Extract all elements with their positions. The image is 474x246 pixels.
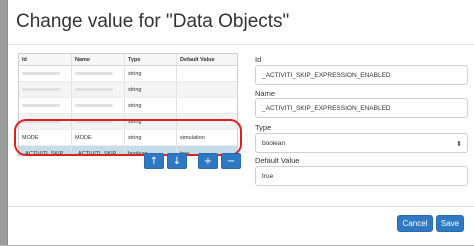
arrow-up-icon: ↑ bbox=[149, 155, 159, 167]
default-value-label: Default Value bbox=[255, 156, 300, 165]
cell-type: string bbox=[125, 114, 177, 129]
cell-default: simulation bbox=[180, 134, 205, 141]
default-value-input[interactable]: true bbox=[255, 166, 468, 186]
cell-id: _ACTIVITI_SKIP... bbox=[19, 146, 72, 155]
redacted-text bbox=[75, 88, 113, 91]
remove-row-button[interactable]: − bbox=[221, 153, 241, 169]
cell-default bbox=[177, 82, 237, 97]
type-label: Type bbox=[255, 123, 272, 132]
type-value: boolean bbox=[262, 139, 286, 147]
cell-type: string bbox=[125, 98, 177, 113]
cell-id-redacted bbox=[19, 82, 72, 97]
cell-name: MODE bbox=[72, 130, 125, 145]
column-header-id[interactable]: Id bbox=[19, 54, 72, 65]
id-label: Id bbox=[255, 55, 262, 64]
grid-header-row: Id Name Type Default Value bbox=[19, 54, 237, 66]
table-row[interactable]: MODE MODE string simulation bbox=[19, 130, 237, 146]
cell-id-redacted bbox=[19, 66, 72, 81]
move-down-button[interactable]: ↓ bbox=[167, 153, 187, 169]
redacted-text bbox=[75, 120, 113, 123]
id-input[interactable]: _ACTIVITI_SKIP_EXPRESSION_ENABLED bbox=[255, 65, 468, 85]
type-select[interactable]: boolean ⬍ bbox=[255, 133, 468, 153]
cell-default bbox=[177, 114, 237, 129]
cell-name-redacted bbox=[72, 98, 125, 113]
table-row[interactable]: string bbox=[19, 114, 237, 130]
default-value-text: true bbox=[262, 172, 274, 180]
cell-type: string bbox=[125, 66, 177, 81]
cell-name-redacted bbox=[72, 66, 125, 81]
move-up-button[interactable]: ↑ bbox=[144, 153, 164, 169]
save-button[interactable]: Save bbox=[436, 215, 464, 232]
name-input[interactable]: _ACTIVITI_SKIP_EXPRESSION_ENABLED bbox=[255, 98, 468, 118]
cell-id-redacted bbox=[19, 114, 72, 129]
plus-icon: + bbox=[203, 155, 213, 167]
column-header-name[interactable]: Name bbox=[72, 54, 125, 65]
add-row-button[interactable]: + bbox=[198, 153, 218, 169]
redacted-text bbox=[22, 120, 60, 123]
cell-type: string bbox=[125, 130, 177, 145]
redacted-text bbox=[75, 104, 113, 107]
table-row[interactable]: string bbox=[19, 98, 237, 114]
redacted-text bbox=[75, 72, 113, 75]
name-label: Name bbox=[255, 89, 276, 98]
table-row[interactable]: string bbox=[19, 82, 237, 98]
dialog-title: Change value for "Data Objects" bbox=[16, 11, 290, 32]
table-row[interactable]: string bbox=[19, 66, 237, 82]
arrow-down-icon: ↓ bbox=[172, 155, 182, 167]
cell-id: MODE bbox=[19, 130, 72, 145]
cancel-button[interactable]: Cancel bbox=[397, 215, 433, 232]
cell-type: string bbox=[125, 82, 177, 97]
cell-name: _ACTIVITI_SKIP... bbox=[72, 146, 125, 155]
redacted-text bbox=[22, 88, 60, 91]
redacted-text bbox=[22, 104, 60, 107]
cell-default bbox=[177, 66, 237, 81]
change-value-dialog: Change value for "Data Objects" Id Name … bbox=[7, 0, 474, 245]
minus-icon: − bbox=[226, 155, 236, 167]
column-header-default-value[interactable]: Default Value bbox=[177, 54, 237, 65]
data-objects-grid: Id Name Type Default Value string string… bbox=[18, 53, 238, 156]
caret-updown-icon: ⬍ bbox=[456, 140, 462, 148]
cell-name-redacted bbox=[72, 114, 125, 129]
grid-toolbar: ↑ ↓ + − bbox=[144, 153, 241, 169]
name-value: _ACTIVITI_SKIP_EXPRESSION_ENABLED bbox=[262, 104, 391, 112]
id-value: _ACTIVITI_SKIP_EXPRESSION_ENABLED bbox=[262, 71, 391, 79]
redacted-text bbox=[22, 72, 60, 75]
column-header-type[interactable]: Type bbox=[125, 54, 177, 65]
cell-default bbox=[177, 98, 237, 113]
cell-name-redacted bbox=[72, 82, 125, 97]
cell-id-redacted bbox=[19, 98, 72, 113]
dialog-header: Change value for "Data Objects" bbox=[8, 0, 474, 45]
